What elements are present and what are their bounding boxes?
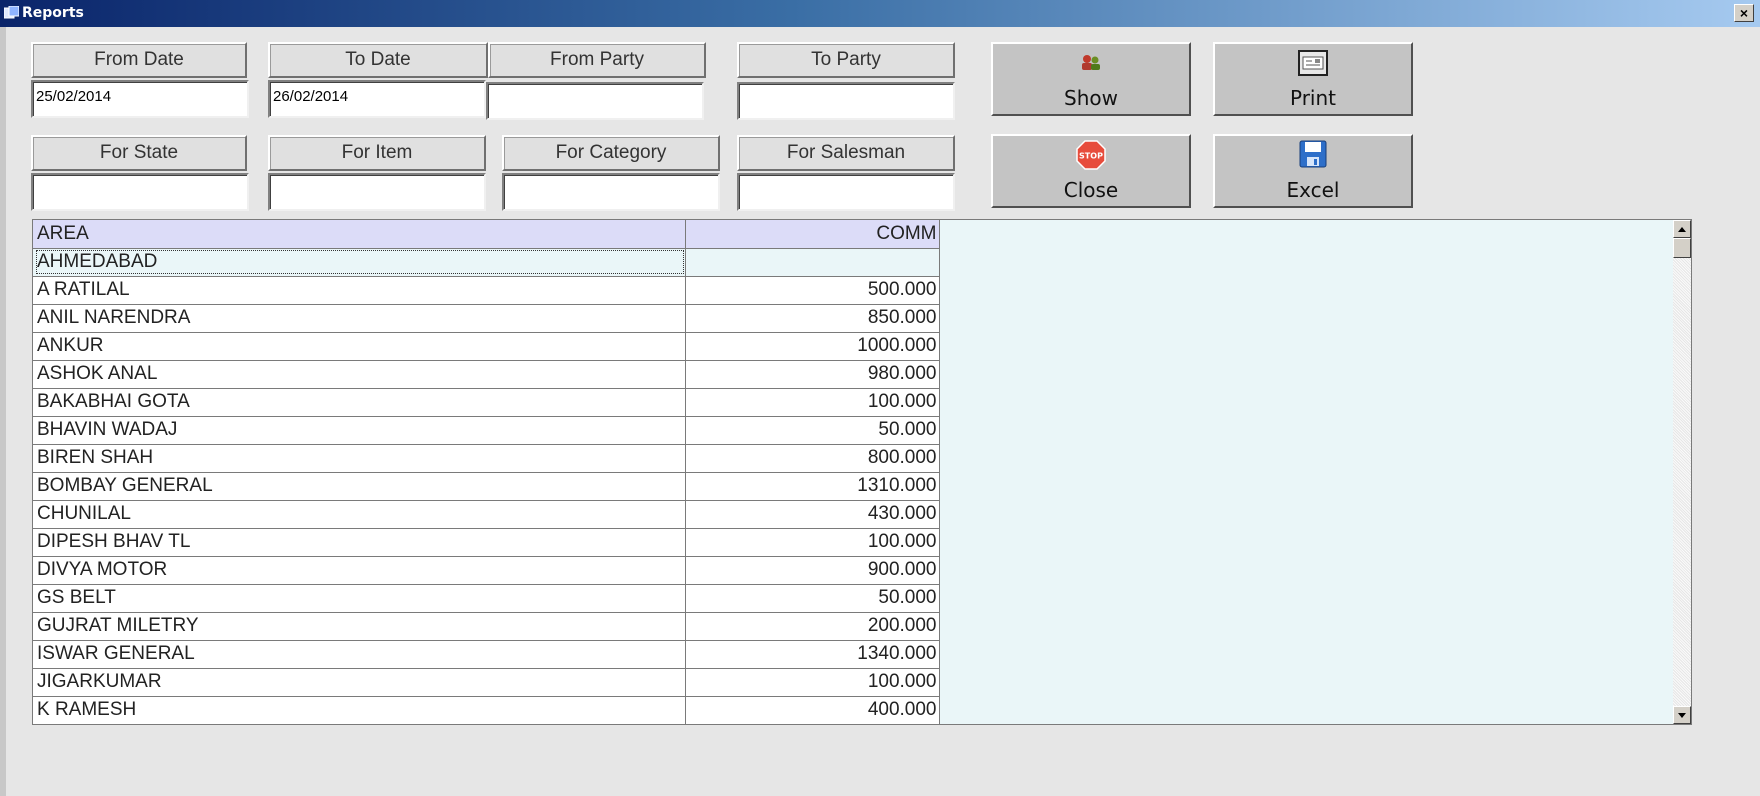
- for-salesman-label: For Salesman: [737, 135, 955, 171]
- table-row[interactable]: DIPESH BHAV TL 100.000: [33, 528, 940, 557]
- to-date-field[interactable]: 26/02/2014: [268, 80, 486, 118]
- row-name: ANKUR: [33, 332, 686, 361]
- table-row[interactable]: ISWAR GENERAL 1340.000: [33, 640, 940, 669]
- for-category-label: For Category: [502, 135, 720, 171]
- show-button-label: Show: [1064, 86, 1118, 110]
- to-party-label: To Party: [737, 42, 955, 78]
- to-party-field[interactable]: [737, 82, 955, 120]
- report-table: AREA COMM AHMEDABAD A RATILAL 500.000 ANI…: [33, 220, 940, 724]
- stop-sign-icon: STOP: [1076, 140, 1106, 170]
- row-comm: 400.000: [685, 696, 940, 724]
- row-name: DIPESH BHAV TL: [33, 528, 686, 557]
- table-row[interactable]: JIGARKUMAR 100.000: [33, 668, 940, 697]
- scroll-up-button[interactable]: [1673, 220, 1691, 238]
- from-date-field[interactable]: 25/02/2014: [31, 80, 249, 118]
- show-button[interactable]: Show: [991, 42, 1191, 116]
- table-row[interactable]: GS BELT 50.000: [33, 584, 940, 613]
- arrow-down-icon: [1678, 712, 1686, 718]
- svg-text:STOP: STOP: [1079, 152, 1103, 161]
- for-state-label: For State: [31, 135, 247, 171]
- row-name: JIGARKUMAR: [33, 668, 686, 697]
- excel-button[interactable]: Excel: [1213, 134, 1413, 208]
- area-group-comm: [685, 248, 940, 277]
- row-comm: 430.000: [685, 500, 940, 529]
- row-name: BAKABHAI GOTA: [33, 388, 686, 417]
- area-group-row[interactable]: AHMEDABAD: [33, 248, 940, 277]
- row-name: CHUNILAL: [33, 500, 686, 529]
- comm-column-header[interactable]: COMM: [685, 220, 940, 249]
- table-row[interactable]: ASHOK ANAL 980.000: [33, 360, 940, 389]
- table-row[interactable]: A RATILAL 500.000: [33, 276, 940, 305]
- from-party-label: From Party: [488, 42, 706, 78]
- row-name: ISWAR GENERAL: [33, 640, 686, 669]
- table-row[interactable]: BAKABHAI GOTA 100.000: [33, 388, 940, 417]
- table-row[interactable]: DIVYA MOTOR 900.000: [33, 556, 940, 585]
- from-date-label: From Date: [31, 42, 247, 78]
- row-name: A RATILAL: [33, 276, 686, 305]
- close-button-label: Close: [1063, 178, 1119, 202]
- row-name: BIREN SHAH: [33, 444, 686, 473]
- row-name: GUJRAT MILETRY: [33, 612, 686, 641]
- row-comm: 900.000: [685, 556, 940, 585]
- row-comm: 200.000: [685, 612, 940, 641]
- area-column-header[interactable]: AREA: [33, 220, 686, 249]
- close-button[interactable]: STOP Close: [991, 134, 1191, 208]
- table-row[interactable]: ANKUR 1000.000: [33, 332, 940, 361]
- print-button[interactable]: Print: [1213, 42, 1413, 116]
- window-title: Reports: [22, 5, 84, 21]
- for-state-field[interactable]: [31, 173, 249, 211]
- title-bar: Reports ×: [0, 0, 1760, 27]
- row-comm: 500.000: [685, 276, 940, 305]
- table-row[interactable]: CHUNILAL 430.000: [33, 500, 940, 529]
- printer-icon: [1298, 50, 1328, 76]
- row-name: BOMBAY GENERAL: [33, 472, 686, 501]
- row-name: ANIL NARENDRA: [33, 304, 686, 333]
- row-comm: 1340.000: [685, 640, 940, 669]
- table-header-row: AREA COMM: [33, 220, 940, 249]
- users-icon: [1082, 55, 1100, 70]
- row-comm: 980.000: [685, 360, 940, 389]
- table-row[interactable]: BHAVIN WADAJ 50.000: [33, 416, 940, 445]
- row-comm: 50.000: [685, 584, 940, 613]
- row-comm: 100.000: [685, 528, 940, 557]
- from-party-field[interactable]: [486, 82, 704, 120]
- row-name: GS BELT: [33, 584, 686, 613]
- for-item-field[interactable]: [268, 173, 486, 211]
- row-name: K RAMESH: [33, 696, 686, 724]
- table-row[interactable]: BIREN SHAH 800.000: [33, 444, 940, 473]
- close-icon: ×: [1739, 5, 1749, 21]
- table-row[interactable]: GUJRAT MILETRY 200.000: [33, 612, 940, 641]
- arrow-up-icon: [1678, 226, 1686, 232]
- row-comm: 1310.000: [685, 472, 940, 501]
- table-row[interactable]: BOMBAY GENERAL 1310.000: [33, 472, 940, 501]
- table-row[interactable]: ANIL NARENDRA 850.000: [33, 304, 940, 333]
- row-name: BHAVIN WADAJ: [33, 416, 686, 445]
- print-button-label: Print: [1289, 86, 1336, 110]
- table-row[interactable]: K RAMESH 400.000: [33, 696, 940, 724]
- row-name: ASHOK ANAL: [33, 360, 686, 389]
- to-date-label: To Date: [268, 42, 488, 78]
- floppy-disk-icon: [1299, 140, 1327, 168]
- for-salesman-field[interactable]: [737, 173, 955, 211]
- window-close-button[interactable]: ×: [1734, 4, 1754, 22]
- reports-app-icon: [4, 6, 19, 19]
- report-grid[interactable]: AREA COMM AHMEDABAD A RATILAL 500.000 ANI…: [32, 219, 1692, 725]
- row-comm: 100.000: [685, 388, 940, 417]
- for-item-label: For Item: [268, 135, 486, 171]
- row-comm: 1000.000: [685, 332, 940, 361]
- row-comm: 800.000: [685, 444, 940, 473]
- row-comm: 50.000: [685, 416, 940, 445]
- area-group-name: AHMEDABAD: [36, 250, 684, 274]
- row-name: DIVYA MOTOR: [33, 556, 686, 585]
- scroll-down-button[interactable]: [1673, 706, 1691, 724]
- scroll-thumb[interactable]: [1673, 238, 1691, 258]
- vertical-scrollbar[interactable]: [1673, 220, 1691, 724]
- for-category-field[interactable]: [502, 173, 720, 211]
- row-comm: 850.000: [685, 304, 940, 333]
- excel-button-label: Excel: [1286, 178, 1340, 202]
- row-comm: 100.000: [685, 668, 940, 697]
